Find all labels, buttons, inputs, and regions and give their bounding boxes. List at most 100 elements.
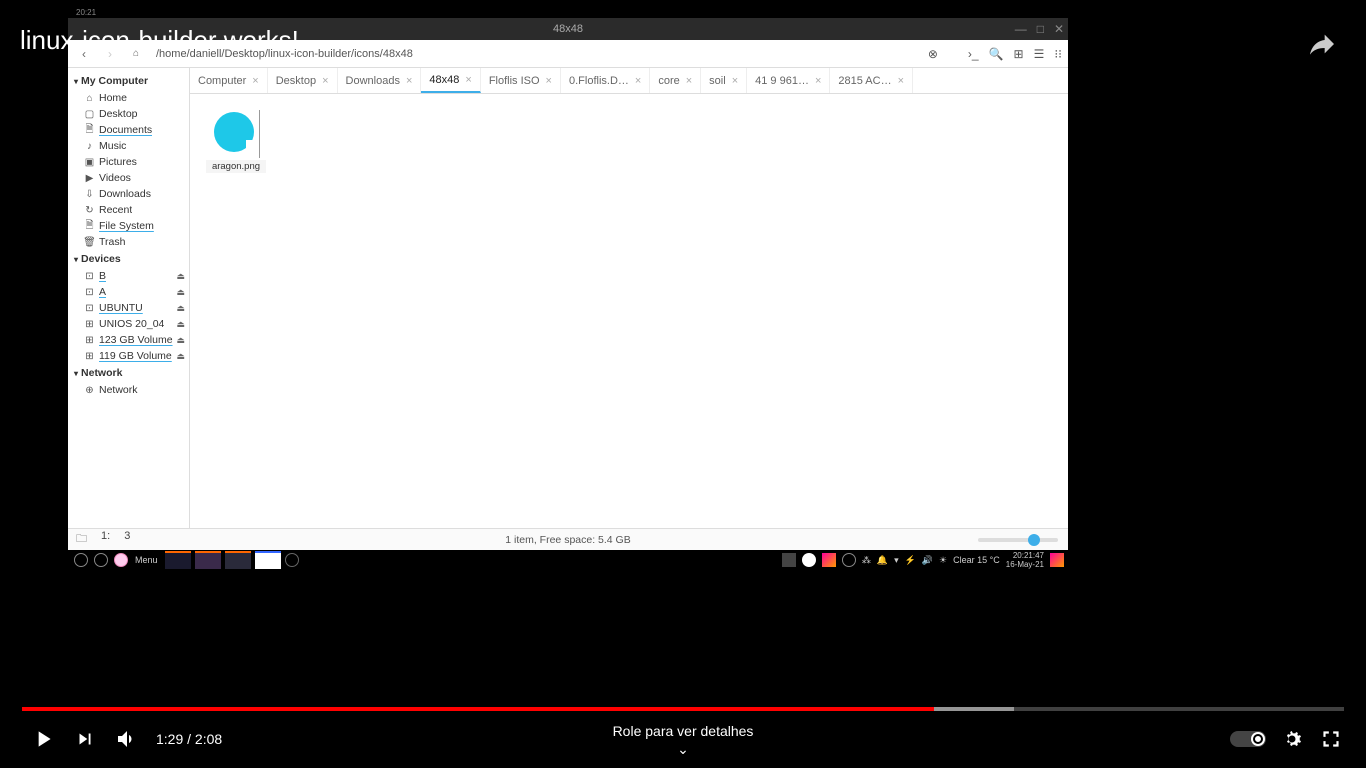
tab-label: Downloads [346,75,400,87]
tab[interactable]: 48x48× [421,68,480,93]
sidebar-item[interactable]: ⊡UBUNTU⏏ [68,300,189,316]
eject-icon[interactable]: ⏏ [176,319,185,330]
volume-tray-icon[interactable]: 🔊 [922,555,933,566]
tab[interactable]: 2815 AC…× [830,68,913,93]
tab-close-icon[interactable]: × [635,75,641,87]
tab[interactable]: soil× [701,68,747,93]
volume-button[interactable] [106,718,148,760]
taskbar-app-terminal[interactable] [225,551,251,569]
zoom-slider[interactable] [978,538,1058,542]
tab[interactable]: Floflis ISO× [481,68,561,93]
launcher-icon-1[interactable] [72,552,90,568]
list-view-icon[interactable]: ☰ [1034,47,1045,61]
taskbar-app-editor[interactable] [255,551,281,569]
sidebar-item[interactable]: ⊞119 GB Volume⏏ [68,348,189,364]
taskbar-app-obs[interactable] [283,552,301,568]
taskbar-app-2[interactable] [195,551,221,569]
clock[interactable]: 20:21:47 16-May-21 [1006,551,1044,569]
tray-icon-end[interactable] [1050,553,1064,567]
maximize-icon[interactable]: □ [1037,22,1044,36]
taskbar-app-firefox[interactable] [165,551,191,569]
sidebar-item[interactable]: ▶Videos [68,170,189,186]
sb-item-2[interactable]: 3 [124,530,130,549]
file-item[interactable]: aragon.png [206,110,266,173]
tab-close-icon[interactable]: × [732,75,738,87]
file-view[interactable]: aragon.png [190,94,1068,528]
weather-icon[interactable]: ☀ [939,555,947,566]
eject-icon[interactable]: ⏏ [176,287,185,298]
tray-icon-2[interactable] [802,553,816,567]
settings-button[interactable] [1280,727,1304,751]
minimize-icon[interactable]: — [1015,22,1027,36]
sidebar-item-icon: ▶ [84,173,95,184]
sidebar-item[interactable]: ↻Recent [68,202,189,218]
tab-close-icon[interactable]: × [898,75,904,87]
tab-close-icon[interactable]: × [686,75,692,87]
sidebar-section-head[interactable]: My Computer [68,72,189,90]
sidebar-item[interactable]: 🗎Documents [68,122,189,138]
sidebar-item[interactable]: ⊡A⏏ [68,284,189,300]
close-icon[interactable]: ✕ [1054,22,1064,36]
sidebar-item[interactable]: ⊡B⏏ [68,268,189,284]
sidebar-item[interactable]: 🗑Trash [68,234,189,250]
sidebar-item[interactable]: ⇩Downloads [68,186,189,202]
next-button[interactable] [64,718,106,760]
compact-view-icon[interactable]: ⁝⁝ [1054,47,1062,61]
tab[interactable]: Downloads × [338,68,422,93]
tab[interactable]: 41 9 961…× [747,68,830,93]
sidebar-item[interactable]: ⊞UNIOS 20_04⏏ [68,316,189,332]
tray-icon-3[interactable] [822,553,836,567]
search-icon[interactable]: 🔍 [989,47,1004,61]
tab-label: Computer [198,75,246,87]
autoplay-toggle[interactable] [1230,731,1266,747]
tab-close-icon[interactable]: × [546,75,552,87]
tab[interactable]: 0.Floflis.D… × [561,68,650,93]
sidebar-item-label: Network [99,384,138,396]
sb-folder-icon[interactable]: 🗀 [76,530,87,549]
share-icon[interactable] [1306,28,1338,60]
scroll-hint[interactable]: Role para ver detalhes ⌄ [613,723,754,758]
sidebar-section-head[interactable]: Devices [68,250,189,268]
eject-icon[interactable]: ⏏ [176,271,185,282]
launcher-icon-2[interactable] [92,552,110,568]
sidebar-item[interactable]: ♪Music [68,138,189,154]
menu-label[interactable]: Menu [132,555,161,565]
terminal-icon[interactable]: ›_ [968,47,979,61]
tab-label: 0.Floflis.D… [569,75,629,87]
tab[interactable]: core× [650,68,701,93]
tab-close-icon[interactable]: × [815,75,821,87]
bluetooth-icon[interactable]: ⁂ [862,555,871,566]
sidebar-item[interactable]: 🗎File System [68,218,189,234]
sidebar-item[interactable]: ⊕Network [68,382,189,398]
eject-icon[interactable]: ⏏ [176,335,185,346]
sidebar-item[interactable]: ⊞123 GB Volume⏏ [68,332,189,348]
sidebar-item-icon: ⊡ [84,287,95,298]
grid-view-icon[interactable]: ⊞ [1014,47,1024,61]
eject-icon[interactable]: ⏏ [176,351,185,362]
notification-icon[interactable]: 🔔 [877,555,888,566]
progress-bar[interactable] [22,707,1344,711]
battery-icon[interactable]: ⚡ [905,555,916,566]
sb-item-1[interactable]: 1: [101,530,110,549]
eject-icon[interactable]: ⏏ [176,303,185,314]
sidebar-item[interactable]: ▢Desktop [68,106,189,122]
sidebar-section-head[interactable]: Network [68,364,189,382]
tab-close-icon[interactable]: × [406,75,412,87]
sidebar-item-icon: ⊡ [84,303,95,314]
tray-icon-4[interactable] [842,553,856,567]
tab-close-icon[interactable]: × [252,75,258,87]
tab-close-icon[interactable]: × [322,75,328,87]
tab[interactable]: Computer × [190,68,268,93]
sidebar-item[interactable]: ▣Pictures [68,154,189,170]
tray-icon-1[interactable] [782,553,796,567]
clear-icon[interactable]: ⊗ [928,47,938,61]
tab[interactable]: Desktop× [268,68,338,93]
launcher-icon-3[interactable] [112,552,130,568]
play-button[interactable] [22,718,64,760]
wifi-icon[interactable]: ▾ [894,555,899,566]
sidebar-item[interactable]: ⌂Home [68,90,189,106]
weather-text[interactable]: Clear 15 °C [953,555,1000,565]
tab-close-icon[interactable]: × [465,74,471,86]
sidebar-item-label: File System [99,220,154,232]
fullscreen-button[interactable] [1318,726,1344,752]
